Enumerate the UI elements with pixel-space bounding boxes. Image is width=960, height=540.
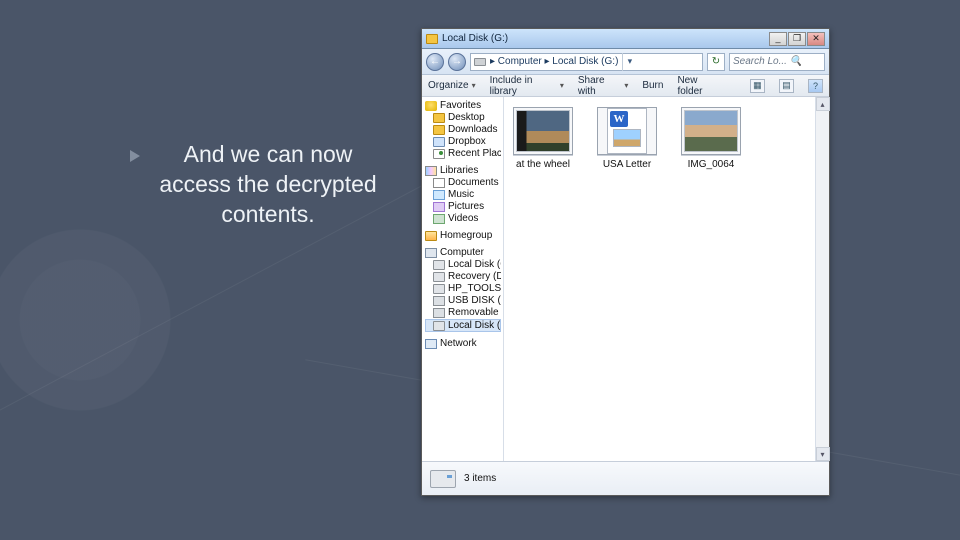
address-bar: ← → ▸ Computer ▸ Local Disk (G:) ▾ ↻ Sea…	[422, 49, 829, 75]
new-folder-button[interactable]: New folder	[677, 75, 721, 97]
vertical-scrollbar[interactable]: ▴ ▾	[815, 97, 829, 461]
preview-pane-button[interactable]: ▤	[779, 79, 794, 93]
dropbox-icon	[433, 137, 445, 147]
nav-item-recent-places[interactable]: Recent Places	[425, 148, 501, 159]
nav-item-desktop[interactable]: Desktop	[425, 112, 501, 123]
file-item[interactable]: W USA Letter	[596, 107, 658, 170]
file-list[interactable]: at the wheel W USA Letter IMG_0064	[504, 97, 829, 461]
file-name: IMG_0064	[688, 159, 735, 170]
include-in-library-menu[interactable]: Include in library ▾	[490, 75, 564, 97]
network-icon	[425, 339, 437, 349]
scroll-down-button[interactable]: ▾	[816, 447, 830, 461]
nav-computer-group: Computer Local Disk (C:) Recovery (D:) H…	[425, 247, 501, 332]
file-item[interactable]: at the wheel	[512, 107, 574, 170]
window-title: Local Disk (G:)	[442, 33, 765, 44]
forward-button[interactable]: →	[448, 53, 466, 71]
file-name: at the wheel	[516, 159, 570, 170]
nav-item-usb-disk-g[interactable]: USB DISK (G:)	[425, 295, 501, 306]
nav-libraries-header[interactable]: Libraries	[425, 165, 501, 176]
explorer-window: Local Disk (G:) _ ❐ ✕ ← → ▸ Computer ▸ L…	[421, 28, 830, 496]
help-button[interactable]: ?	[808, 79, 823, 93]
titlebar[interactable]: Local Disk (G:) _ ❐ ✕	[422, 29, 829, 49]
nav-item-local-disk-c[interactable]: Local Disk (C:)	[425, 259, 501, 270]
nav-item-downloads[interactable]: Downloads	[425, 124, 501, 135]
nav-favorites-header[interactable]: Favorites	[425, 100, 501, 111]
burn-button[interactable]: Burn	[642, 80, 663, 91]
nav-homegroup-group: Homegroup	[425, 230, 501, 241]
nav-computer-header[interactable]: Computer	[425, 247, 501, 258]
chevron-down-icon: ▾	[472, 81, 476, 90]
chevron-down-icon: ▾	[624, 81, 628, 90]
recent-icon	[433, 149, 445, 159]
status-text: 3 items	[464, 473, 496, 484]
navigation-pane[interactable]: Favorites Desktop Downloads Dropbox Rece…	[422, 97, 504, 461]
computer-icon	[425, 248, 437, 258]
breadcrumb-dropdown[interactable]: ▾	[622, 53, 636, 71]
nav-item-pictures[interactable]: Pictures	[425, 201, 501, 212]
search-icon[interactable]: 🔍	[790, 56, 802, 67]
nav-item-removable[interactable]: Removable Di...	[425, 307, 501, 318]
scroll-up-button[interactable]: ▴	[816, 97, 830, 111]
refresh-button[interactable]: ↻	[707, 53, 725, 71]
nav-item-music[interactable]: Music	[425, 189, 501, 200]
nav-favorites-group: Favorites Desktop Downloads Dropbox Rece…	[425, 100, 501, 159]
breadcrumb[interactable]: ▸ Computer ▸ Local Disk (G:) ▾	[470, 53, 703, 71]
nav-item-videos[interactable]: Videos	[425, 213, 501, 224]
organize-menu[interactable]: Organize ▾	[428, 80, 476, 91]
nav-item-hp-tools-e[interactable]: HP_TOOLS (E:)	[425, 283, 501, 294]
drive-icon	[430, 470, 456, 488]
command-bar: Organize ▾ Include in library ▾ Share wi…	[422, 75, 829, 97]
folder-icon	[433, 113, 445, 123]
music-icon	[433, 190, 445, 200]
slide-caption: And we can now access the decrypted cont…	[148, 140, 388, 230]
libraries-icon	[425, 166, 437, 176]
bullet-icon	[130, 150, 140, 162]
documents-icon	[433, 178, 445, 188]
drive-icon	[433, 284, 445, 294]
change-view-button[interactable]: ▦	[750, 79, 765, 93]
nav-item-recovery-d[interactable]: Recovery (D:)	[425, 271, 501, 282]
image-thumbnail	[681, 107, 741, 155]
nav-homegroup-header[interactable]: Homegroup	[425, 230, 501, 241]
status-bar: 3 items	[422, 461, 829, 495]
drive-icon	[433, 272, 445, 282]
homegroup-icon	[425, 231, 437, 241]
close-button[interactable]: ✕	[807, 32, 825, 46]
file-name: USA Letter	[603, 159, 651, 170]
star-icon	[425, 101, 437, 111]
nav-item-local-disk-g[interactable]: Local Disk (G:)	[425, 319, 501, 332]
titlebar-folder-icon	[426, 34, 438, 44]
nav-libraries-group: Libraries Documents Music Pictures Video…	[425, 165, 501, 224]
search-placeholder: Search Lo...	[733, 56, 787, 67]
usb-icon	[433, 308, 445, 318]
search-input[interactable]: Search Lo... 🔍	[729, 53, 825, 71]
word-doc-thumbnail: W	[597, 107, 657, 155]
folder-icon	[433, 125, 445, 135]
nav-item-dropbox[interactable]: Dropbox	[425, 136, 501, 147]
nav-network-header[interactable]: Network	[425, 338, 501, 349]
videos-icon	[433, 214, 445, 224]
breadcrumb-path[interactable]: ▸ Computer ▸ Local Disk (G:)	[490, 56, 618, 67]
minimize-button[interactable]: _	[769, 32, 787, 46]
chevron-down-icon: ▾	[560, 81, 564, 90]
back-button[interactable]: ←	[426, 53, 444, 71]
explorer-body: Favorites Desktop Downloads Dropbox Rece…	[422, 97, 829, 461]
usb-icon	[433, 296, 445, 306]
drive-icon	[474, 58, 486, 66]
share-with-menu[interactable]: Share with ▾	[578, 75, 628, 97]
file-item[interactable]: IMG_0064	[680, 107, 742, 170]
nav-item-documents[interactable]: Documents	[425, 177, 501, 188]
image-thumbnail	[513, 107, 573, 155]
maximize-button[interactable]: ❐	[788, 32, 806, 46]
drive-icon	[433, 321, 445, 331]
nav-network-group: Network	[425, 338, 501, 349]
drive-icon	[433, 260, 445, 270]
pictures-icon	[433, 202, 445, 212]
word-icon: W	[610, 111, 628, 127]
